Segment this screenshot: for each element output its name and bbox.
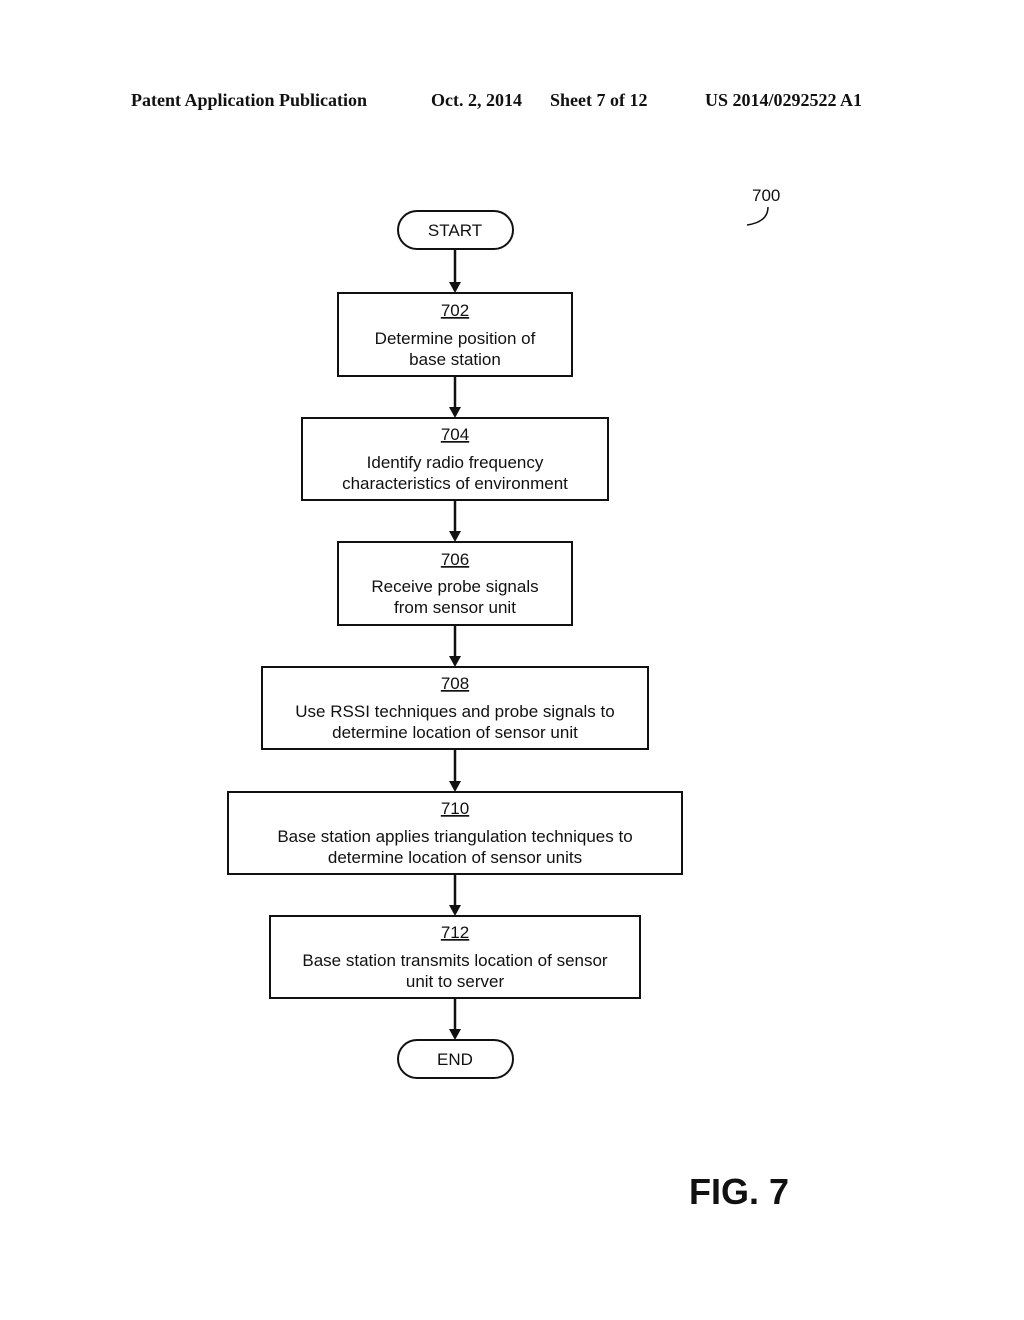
step-number: 702 (441, 301, 469, 320)
flowchart: 700 START 702 Determine position of base… (227, 186, 789, 1212)
reference-leader-line (746, 206, 769, 226)
step-number: 704 (441, 425, 469, 444)
process-step: 702 Determine position of base station (337, 292, 573, 377)
connector-arrow (449, 250, 461, 293)
step-text-line: Receive probe signals (371, 577, 538, 596)
connector-arrow (449, 377, 461, 418)
connector-arrow (449, 875, 461, 916)
connector-arrow (449, 750, 461, 792)
start-label: START (428, 221, 482, 240)
figure-label: FIG. 7 (689, 1171, 789, 1212)
end-label: END (437, 1050, 473, 1069)
step-text-line: Determine position of (375, 329, 536, 348)
step-text-line: Use RSSI techniques and probe signals to (295, 702, 614, 721)
start-terminal: START (397, 210, 514, 250)
step-text-line: determine location of sensor units (328, 848, 582, 867)
step-text-line: base station (409, 350, 501, 369)
end-terminal: END (397, 1039, 514, 1079)
process-step: 704 Identify radio frequency characteris… (301, 417, 609, 501)
step-text-line: from sensor unit (394, 598, 516, 617)
connector-arrow (449, 501, 461, 542)
process-step: 712 Base station transmits location of s… (269, 915, 641, 999)
connector-arrow (449, 999, 461, 1040)
step-number: 706 (441, 550, 469, 569)
step-text-line: Identify radio frequency (367, 453, 544, 472)
step-number: 708 (441, 674, 469, 693)
step-text-line: characteristics of environment (342, 474, 568, 493)
process-step: 708 Use RSSI techniques and probe signal… (261, 666, 649, 750)
step-number: 710 (441, 799, 469, 818)
step-text-line: Base station applies triangulation techn… (277, 827, 632, 846)
reference-numeral: 700 (752, 186, 780, 205)
step-text-line: Base station transmits location of senso… (302, 951, 608, 970)
process-step: 706 Receive probe signals from sensor un… (337, 541, 573, 626)
step-number: 712 (441, 923, 469, 942)
process-step: 710 Base station applies triangulation t… (227, 791, 683, 875)
step-text-line: determine location of sensor unit (332, 723, 578, 742)
connector-arrow (449, 626, 461, 667)
step-text-line: unit to server (406, 972, 505, 991)
